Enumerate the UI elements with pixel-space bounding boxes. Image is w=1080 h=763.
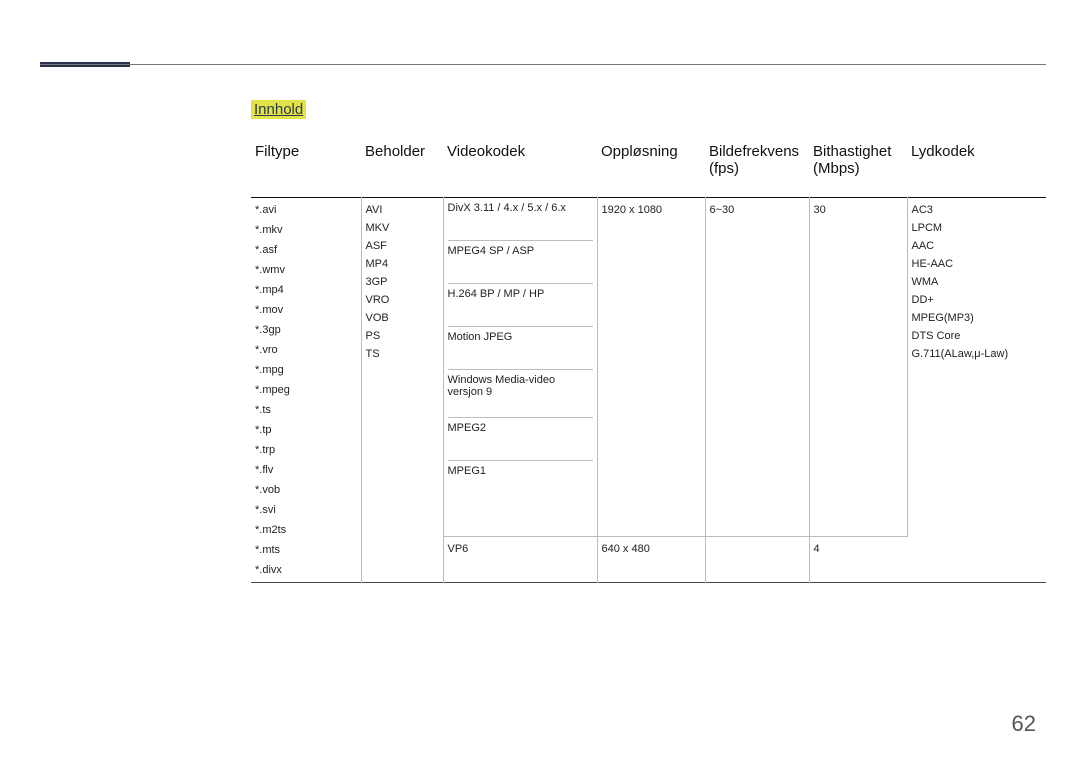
list-item: WMA xyxy=(912,276,1043,288)
col-lydkodek: Lydkodek xyxy=(907,137,1046,198)
list-item: *.mpg xyxy=(255,364,357,376)
list-item: *.mkv xyxy=(255,224,357,236)
list-item: 3GP xyxy=(366,276,439,288)
list-item: *.divx xyxy=(255,564,357,576)
list-item: MPEG(MP3) xyxy=(912,312,1043,324)
list-item: DivX 3.11 / 4.x / 5.x / 6.x xyxy=(448,198,593,241)
list-item: *.3gp xyxy=(255,324,357,336)
list-item: Windows Media-video versjon 9 xyxy=(448,370,593,418)
col-opplosning: Oppløsning xyxy=(597,137,705,198)
table-header-row: Filtype Beholder Videokodek Oppløsning B… xyxy=(251,137,1046,198)
list-item: ASF xyxy=(366,240,439,252)
col-beholder: Beholder xyxy=(361,137,443,198)
beholder-list: AVI MKV ASF MP4 3GP VRO VOB PS TS xyxy=(366,204,439,360)
list-item: *.flv xyxy=(255,464,357,476)
list-item: *.m2ts xyxy=(255,524,357,536)
list-item: TS xyxy=(366,348,439,360)
col-bithastighet: Bithastighet (Mbps) xyxy=(809,137,907,198)
lydkodek-list: AC3 LPCM AAC HE-AAC WMA DD+ MPEG(MP3) DT… xyxy=(912,204,1043,360)
list-item: *.tp xyxy=(255,424,357,436)
list-item: MPEG2 xyxy=(448,418,593,461)
list-item: *.trp xyxy=(255,444,357,456)
list-item: LPCM xyxy=(912,222,1043,234)
cell-fps xyxy=(705,537,809,583)
cell-opplosning: 640 x 480 xyxy=(597,537,705,583)
list-item: AC3 xyxy=(912,204,1043,216)
list-item: Motion JPEG xyxy=(448,327,593,370)
header-rule xyxy=(40,64,1046,65)
list-item: *.mpeg xyxy=(255,384,357,396)
filtype-list: *.avi *.mkv *.asf *.wmv *.mp4 *.mov *.3g… xyxy=(255,204,357,576)
list-item: *.vob xyxy=(255,484,357,496)
list-item: *.svi xyxy=(255,504,357,516)
list-item: MPEG1 xyxy=(448,461,593,504)
list-item: *.mts xyxy=(255,544,357,556)
list-item: *.ts xyxy=(255,404,357,416)
codec-table: Filtype Beholder Videokodek Oppløsning B… xyxy=(251,137,1046,583)
list-item: MKV xyxy=(366,222,439,234)
col-bildefrekvens: Bildefrekvens (fps) xyxy=(705,137,809,198)
list-item: *.avi xyxy=(255,204,357,216)
videokodek-list: DivX 3.11 / 4.x / 5.x / 6.x MPEG4 SP / A… xyxy=(448,198,593,504)
contents-link[interactable]: Innhold xyxy=(251,100,306,119)
list-item: PS xyxy=(366,330,439,342)
col-videokodek: Videokodek xyxy=(443,137,597,198)
list-item: G.711(ALaw,μ-Law) xyxy=(912,348,1043,360)
list-item: H.264 BP / MP / HP xyxy=(448,284,593,327)
page: Innhold Filtype Beholder Videokodek Oppl… xyxy=(0,0,1080,763)
list-item: DD+ xyxy=(912,294,1043,306)
page-number: 62 xyxy=(1012,711,1036,737)
list-item: AVI xyxy=(366,204,439,216)
list-item: DTS Core xyxy=(912,330,1043,342)
codec-table-container: Filtype Beholder Videokodek Oppløsning B… xyxy=(251,137,1046,583)
list-item: AAC xyxy=(912,240,1043,252)
list-item: *.mp4 xyxy=(255,284,357,296)
list-item: VRO xyxy=(366,294,439,306)
list-item: *.asf xyxy=(255,244,357,256)
table-row: *.avi *.mkv *.asf *.wmv *.mp4 *.mov *.3g… xyxy=(251,198,1046,537)
cell-mbps: 30 xyxy=(809,198,907,537)
cell-videokodek-vp6: VP6 xyxy=(443,537,597,583)
cell-opplosning: 1920 x 1080 xyxy=(597,198,705,537)
cell-fps: 6~30 xyxy=(705,198,809,537)
list-item: VOB xyxy=(366,312,439,324)
list-item: *.wmv xyxy=(255,264,357,276)
col-filtype: Filtype xyxy=(251,137,361,198)
cell-mbps: 4 xyxy=(809,537,907,583)
list-item: *.vro xyxy=(255,344,357,356)
list-item: *.mov xyxy=(255,304,357,316)
list-item: MP4 xyxy=(366,258,439,270)
list-item: MPEG4 SP / ASP xyxy=(448,241,593,284)
list-item: HE-AAC xyxy=(912,258,1043,270)
